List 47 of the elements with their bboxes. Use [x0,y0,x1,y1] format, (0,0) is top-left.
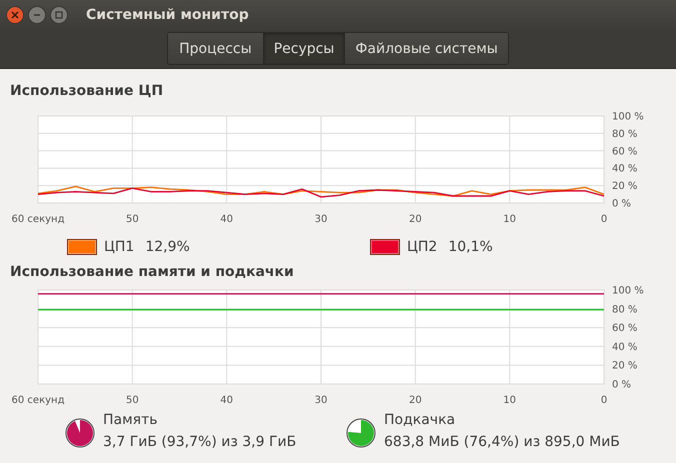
x-tick-label: 0 [600,395,608,406]
y-tick-label: 60 % [612,146,638,158]
x-tick-label: 0 [600,214,608,225]
close-icon [11,11,19,19]
window-title: Системный монитор [86,7,249,23]
x-tick-label: 20 [408,214,422,225]
x-tick-label: 10 [503,395,516,406]
x-tick-label: 60 секунд [12,395,64,406]
x-tick-label: 30 [314,214,328,225]
section-heading: Использование памяти и подкачки [9,263,295,282]
usage-pie-icon [346,418,376,448]
tab[interactable]: Файловые системы [345,33,508,64]
usage-detail: 683,8 МиБ (76,4%) из 895,0 МиБ [384,434,620,450]
legend-label: ЦП1 [104,239,134,255]
x-tick-label: 50 [126,214,139,225]
tab[interactable]: Ресурсы [264,33,346,64]
x-tick-label: 30 [314,395,328,406]
maximize-button[interactable] [50,6,68,24]
y-tick-label: 100 % [612,112,644,122]
y-tick-label: 80 % [612,304,638,316]
y-tick-label: 80 % [612,128,638,140]
x-tick-label: 60 секунд [12,214,64,225]
maximize-icon [55,11,63,19]
x-tick-label: 20 [408,395,422,406]
x-tick-label: 10 [503,214,516,225]
legend-label: Подкачка [384,412,456,428]
close-button[interactable] [6,6,24,24]
usage-detail: 3,7 ГиБ (93,7%) из 3,9 ГиБ [103,434,296,450]
y-tick-label: 40 % [612,342,638,353]
legend-label: Память [103,412,158,428]
minimize-button[interactable] [28,6,46,24]
x-tick-label: 40 [220,214,234,225]
x-tick-label: 50 [126,395,139,406]
tab[interactable]: Процессы [168,33,264,64]
y-tick-label: 20 % [612,181,638,192]
y-tick-label: 40 % [612,164,638,175]
y-tick-label: 60 % [612,323,638,334]
usage-pie-icon [65,418,95,448]
y-tick-label: 0 % [612,198,632,210]
legend-value: 10,1% [448,239,493,255]
x-tick-label: 40 [220,395,234,406]
y-tick-label: 0 % [612,380,632,390]
y-tick-label: 20 % [612,360,638,372]
y-tick-label: 100 % [612,286,644,296]
legend-value: 12,9% [145,239,190,255]
legend-label: ЦП2 [407,239,438,255]
section-heading: Использование ЦП [9,82,164,101]
